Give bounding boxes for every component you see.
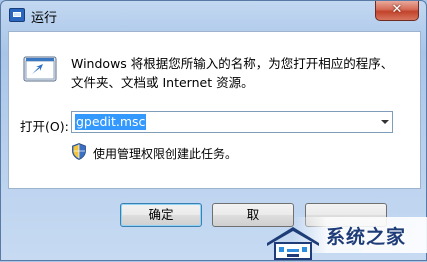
open-input[interactable]: gpedit.msc <box>75 114 147 130</box>
open-label: 打开(O): <box>20 119 69 134</box>
watermark-logo-icon <box>267 227 319 260</box>
close-button[interactable]: ✕ <box>375 1 419 21</box>
description-text: Windows 将根据您所输入的名称，为您打开相应的程序、 文件夹、文档或 In… <box>71 54 416 92</box>
window-title: 运行 <box>31 11 58 26</box>
description-line-2: 文件夹、文档或 Internet 资源。 <box>71 75 254 90</box>
chevron-down-icon[interactable] <box>381 120 389 124</box>
run-dialog-window: 运行 ✕ Windows 将根据您所输入的名称，为您打开相应的程序、 文件夹、文… <box>0 0 427 261</box>
run-dialog-icon <box>9 8 25 22</box>
dialog-content: Windows 将根据您所输入的名称，为您打开相应的程序、 文件夹、文档或 In… <box>8 31 421 189</box>
ok-button[interactable]: 确定 <box>120 203 202 227</box>
title-bar[interactable]: 运行 ✕ <box>1 1 426 31</box>
run-program-icon <box>23 56 57 82</box>
watermark-text: 系统之家 <box>326 226 407 248</box>
open-combobox[interactable]: gpedit.msc <box>71 111 393 133</box>
admin-note: 使用管理权限创建此任务。 <box>93 147 238 161</box>
uac-shield-icon <box>72 143 86 160</box>
description-line-1: Windows 将根据您所输入的名称，为您打开相应的程序、 <box>71 56 394 71</box>
watermark: 系统之家 <box>263 213 427 262</box>
